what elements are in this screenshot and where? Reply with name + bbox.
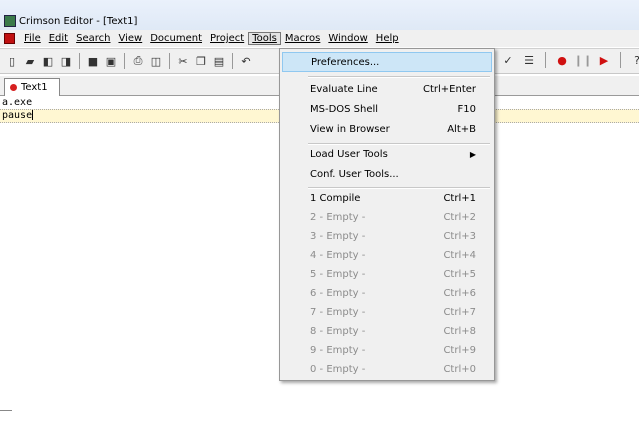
document-icon[interactable]: [4, 33, 15, 44]
menu-item-empty-4: 4 - Empty - Ctrl+4: [282, 245, 492, 265]
menu-item-label: 8 - Empty -: [310, 325, 366, 337]
divider: [0, 410, 12, 411]
menu-item-shortcut: Ctrl+8: [443, 325, 476, 337]
menu-item-label: 3 - Empty -: [310, 230, 366, 242]
submenu-arrow-icon: ▶: [469, 149, 476, 159]
menu-item-shortcut: Ctrl+5: [443, 268, 476, 280]
menu-item-label: 1 Compile: [310, 192, 361, 204]
menu-bar: File Edit Search View Document Project T…: [0, 30, 639, 47]
menu-edit[interactable]: Edit: [45, 32, 72, 45]
menu-tools[interactable]: Tools: [248, 32, 281, 45]
toolbar-separator: [545, 52, 546, 68]
menu-item-label: 0 - Empty -: [310, 363, 366, 375]
help-icon[interactable]: ?: [629, 52, 639, 68]
menu-search[interactable]: Search: [72, 32, 114, 45]
menu-help[interactable]: Help: [372, 32, 403, 45]
menu-item-empty-7: 7 - Empty - Ctrl+7: [282, 302, 492, 322]
menu-item-shortcut: Ctrl+4: [443, 249, 476, 261]
app-icon: [4, 15, 16, 27]
menu-item-shortcut: Ctrl+0: [443, 363, 476, 375]
menu-item-label: Preferences...: [311, 56, 380, 68]
menu-item-shortcut: Ctrl+2: [443, 211, 476, 223]
open-remote-icon[interactable]: ◨: [58, 53, 74, 69]
menu-item-label: MS-DOS Shell: [310, 103, 379, 115]
toolbar-separator: [620, 52, 621, 68]
menu-item-empty-5: 5 - Empty - Ctrl+5: [282, 264, 492, 284]
menu-separator: [308, 76, 490, 78]
record-macro-icon[interactable]: ●: [554, 52, 570, 68]
menu-item-empty-9: 9 - Empty - Ctrl+9: [282, 340, 492, 360]
menu-item-label: Load User Tools: [310, 148, 388, 160]
menu-file[interactable]: File: [20, 32, 45, 45]
tab-text1[interactable]: Text1: [4, 78, 60, 96]
menu-item-shortcut: Ctrl+6: [443, 287, 476, 299]
menu-item-compile[interactable]: 1 Compile Ctrl+1: [282, 188, 492, 208]
undo-icon[interactable]: ↶: [238, 53, 254, 69]
menu-item-shortcut: F10: [457, 103, 476, 115]
menu-item-label: 6 - Empty -: [310, 287, 366, 299]
menu-item-shortcut: Ctrl+9: [443, 344, 476, 356]
menu-item-empty-8: 8 - Empty - Ctrl+8: [282, 321, 492, 341]
menu-item-empty-0: 0 - Empty - Ctrl+0: [282, 359, 492, 379]
menu-item-label: 2 - Empty -: [310, 211, 366, 223]
menu-item-shortcut: Ctrl+7: [443, 306, 476, 318]
menu-item-label: 4 - Empty -: [310, 249, 366, 261]
menu-item-label: 5 - Empty -: [310, 268, 366, 280]
menu-item-load-user-tools[interactable]: Load User Tools ▶: [282, 144, 492, 164]
menu-item-preferences[interactable]: Preferences...: [282, 52, 492, 72]
open-folder-icon[interactable]: ▰: [22, 53, 38, 69]
menu-item-shortcut: Ctrl+3: [443, 230, 476, 242]
menu-item-label: Conf. User Tools...: [310, 168, 399, 180]
menu-item-empty-3: 3 - Empty - Ctrl+3: [282, 226, 492, 246]
toolbar-separator: [124, 53, 125, 69]
menu-item-shortcut: Ctrl+Enter: [422, 83, 476, 95]
menu-project[interactable]: Project: [206, 32, 248, 45]
spell-check-icon[interactable]: ✓: [500, 52, 516, 68]
paste-icon[interactable]: ▤: [211, 53, 227, 69]
open-project-icon[interactable]: ◧: [40, 53, 56, 69]
menu-item-empty-6: 6 - Empty - Ctrl+6: [282, 283, 492, 303]
menu-window[interactable]: Window: [324, 32, 371, 45]
toolbar-separator: [169, 53, 170, 69]
menu-item-label: Evaluate Line: [310, 83, 378, 95]
menu-item-evaluate-line[interactable]: Evaluate Line Ctrl+Enter: [282, 79, 492, 99]
menu-item-shortcut: Alt+B: [447, 123, 476, 135]
menu-item-conf-user-tools[interactable]: Conf. User Tools...: [282, 164, 492, 184]
print-preview-icon[interactable]: ◫: [148, 53, 164, 69]
text-caret: [32, 110, 34, 120]
save-icon[interactable]: ■: [85, 53, 101, 69]
menu-item-label: 9 - Empty -: [310, 344, 366, 356]
copy-icon[interactable]: ❐: [193, 53, 209, 69]
line-numbers-icon[interactable]: ☰: [521, 52, 537, 68]
title-bar: Crimson Editor - [Text1]: [0, 0, 639, 30]
menu-item-empty-2: 2 - Empty - Ctrl+2: [282, 207, 492, 227]
play-macro-icon[interactable]: ▶: [596, 52, 612, 68]
modified-dot-icon: [10, 84, 17, 91]
menu-document[interactable]: Document: [146, 32, 206, 45]
toolbar-right: ✓ ☰ ● ❙❙ ▶ ? ⌂: [500, 52, 639, 68]
cut-icon[interactable]: ✂: [175, 53, 191, 69]
pause-macro-icon[interactable]: ❙❙: [574, 52, 592, 68]
save-all-icon[interactable]: ▣: [103, 53, 119, 69]
menu-view[interactable]: View: [114, 32, 146, 45]
menu-macros[interactable]: Macros: [281, 32, 324, 45]
tab-label: Text1: [21, 82, 48, 93]
editor-line-text: pause: [2, 110, 33, 121]
menu-item-label: View in Browser: [310, 123, 390, 135]
menu-item-shortcut: Ctrl+1: [443, 192, 476, 204]
menu-item-label: 7 - Empty -: [310, 306, 366, 318]
new-file-icon[interactable]: ▯: [4, 53, 20, 69]
menu-item-view-in-browser[interactable]: View in Browser Alt+B: [282, 119, 492, 139]
window-title: Crimson Editor - [Text1]: [19, 15, 138, 27]
toolbar-separator: [79, 53, 80, 69]
menu-item-ms-dos-shell[interactable]: MS-DOS Shell F10: [282, 99, 492, 119]
tools-menu-dropdown: Preferences... Evaluate Line Ctrl+Enter …: [279, 48, 495, 381]
print-icon[interactable]: ⎙: [130, 53, 146, 69]
toolbar-separator: [232, 53, 233, 69]
